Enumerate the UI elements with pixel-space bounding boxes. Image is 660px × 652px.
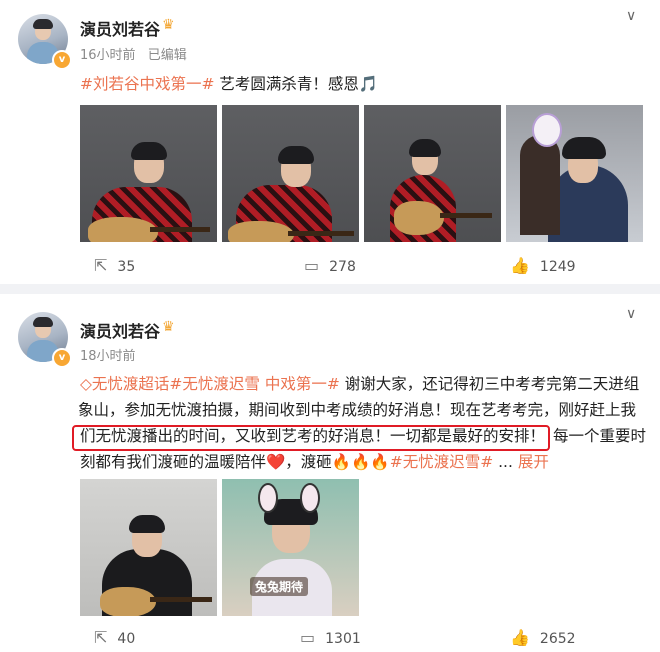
expand-link[interactable]: 展开 xyxy=(518,453,549,471)
photo-3[interactable] xyxy=(364,105,501,242)
crown-icon: ♛ xyxy=(162,319,175,335)
weibo-post-1: v 演员刘若谷 ♛ 16小时前 已编辑 ∨ #刘若谷中戏第一# 艺考圆满杀青！感… xyxy=(0,0,660,284)
sticker-caption: 兔兔期待 xyxy=(250,577,309,596)
post-body-line3: 每一个重要时 xyxy=(553,427,647,445)
post-meta: 16小时前 已编辑 xyxy=(80,44,187,63)
share-count: 35 xyxy=(117,259,136,275)
comment-icon: ▭ xyxy=(304,256,320,275)
like-button[interactable]: 👍 2652 xyxy=(510,628,576,647)
share-icon: ⇱ xyxy=(94,628,108,647)
share-button[interactable]: ⇱ 40 xyxy=(94,628,135,647)
hashtag-link[interactable]: #无忧渡迟雪 中戏第一# xyxy=(169,375,339,393)
comment-button[interactable]: ▭ 1301 xyxy=(300,628,361,647)
post-time: 16小时前 xyxy=(80,48,136,63)
comment-button[interactable]: ▭ 278 xyxy=(304,256,356,275)
like-count: 1249 xyxy=(539,259,576,275)
hashtag-link[interactable]: #无忧渡迟雪# xyxy=(390,453,493,471)
photo-1[interactable] xyxy=(80,479,217,616)
comment-icon: ▭ xyxy=(300,628,316,647)
post-time: 18小时前 xyxy=(80,349,136,364)
music-note-icon: 🎵 xyxy=(358,75,379,93)
super-topic-link[interactable]: ◇无忧渡超话 xyxy=(80,375,169,393)
verified-badge-icon: v xyxy=(52,50,72,70)
like-icon: 👍 xyxy=(510,628,530,647)
like-icon: 👍 xyxy=(510,256,530,275)
post-body-line4: 刻都有我们渡砸的温暖陪伴❤️，渡砸🔥🔥🔥 xyxy=(80,453,390,471)
comment-count: 1301 xyxy=(325,631,361,647)
author-name[interactable]: 演员刘若谷 xyxy=(80,318,160,342)
chevron-down-icon[interactable]: ∨ xyxy=(626,306,636,322)
author-name[interactable]: 演员刘若谷 xyxy=(80,16,160,40)
post-text: ◇无忧渡超话#无忧渡迟雪 中戏第一# 谢谢大家，还记得初三中考考完第二天进组 象… xyxy=(78,371,646,475)
share-icon: ⇱ xyxy=(94,256,108,275)
edited-label: 已编辑 xyxy=(147,48,187,63)
verified-badge-icon: v xyxy=(52,348,72,368)
photo-4[interactable] xyxy=(506,105,643,242)
comment-count: 278 xyxy=(329,259,356,275)
share-count: 40 xyxy=(117,631,136,647)
like-button[interactable]: 👍 1249 xyxy=(510,256,576,275)
photo-2[interactable] xyxy=(222,105,359,242)
post-body-line2: 象山，参加无忧渡拍摄，期间收到中考成绩的好消息！现在艺考考完，刚好赶上我 xyxy=(78,401,637,419)
like-count: 2652 xyxy=(539,631,576,647)
photo-2[interactable]: 兔兔期待 xyxy=(222,479,359,616)
post-text: #刘若谷中戏第一# 艺考圆满杀青！感恩🎵 xyxy=(80,71,640,97)
share-button[interactable]: ⇱ 35 xyxy=(94,256,135,275)
crown-icon: ♛ xyxy=(162,17,175,33)
highlight-box xyxy=(72,425,550,451)
post-body: 艺考圆满杀青！感恩 xyxy=(214,75,359,93)
photo-1[interactable] xyxy=(80,105,217,242)
chevron-down-icon[interactable]: ∨ xyxy=(626,8,636,24)
ellipsis: ... xyxy=(493,453,513,471)
post-body-line1: 谢谢大家，还记得初三中考考完第二天进组 xyxy=(339,375,640,393)
weibo-post-2: v 演员刘若谷 ♛ 18小时前 ∨ ◇无忧渡超话#无忧渡迟雪 中戏第一# 谢谢大… xyxy=(0,294,660,652)
hashtag-link[interactable]: #刘若谷中戏第一# xyxy=(80,75,214,93)
